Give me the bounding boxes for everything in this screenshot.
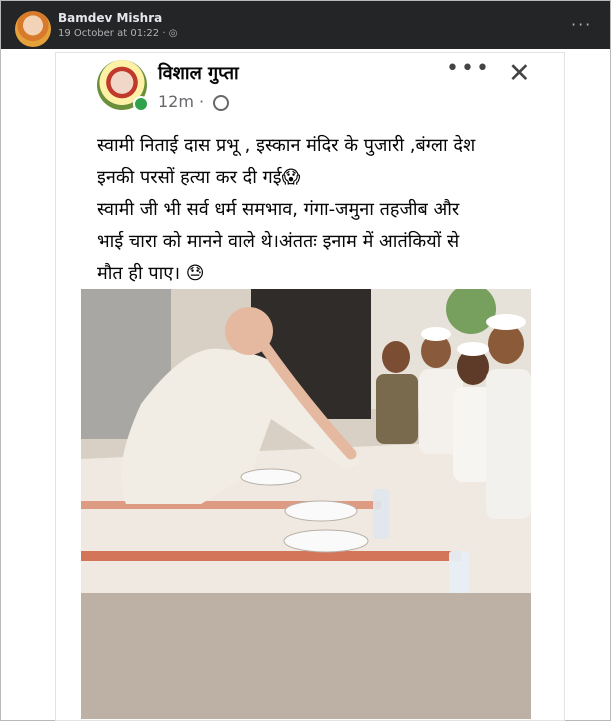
post-text: स्वामी निताई दास प्रभू , इस्कान मंदिर के… <box>97 130 527 290</box>
post-text-line: स्वामी निताई दास प्रभू , इस्कान मंदिर के… <box>97 135 476 156</box>
inner-post-time: 12m · <box>158 92 230 111</box>
close-icon: ✕ <box>508 58 531 89</box>
post-header: Bamdev Mishra 19 October at 01:22 · ◎ ··… <box>1 1 610 49</box>
photo-blurred-area <box>81 593 531 719</box>
post-photo <box>81 289 531 593</box>
author-avatar[interactable] <box>15 11 51 47</box>
online-status-icon <box>133 96 149 112</box>
globe-icon <box>213 94 230 111</box>
post-text-line: मौत ही पाए। 😓 <box>97 263 205 284</box>
timestamp-text[interactable]: 19 October at 01:22 · <box>58 28 166 39</box>
globe-icon: ◎ <box>168 28 178 39</box>
post-text-line: स्वामी जी भी सर्व धर्म समभाव, गंगा-जमुना… <box>97 199 460 220</box>
inner-author-name: विशाल गुप्ता <box>158 63 239 84</box>
author-name[interactable]: Bamdev Mishra <box>58 11 162 25</box>
post-text-line: इनकी परसों हत्या कर दी गई😱 <box>97 167 301 188</box>
inner-more-icon: ••• <box>446 56 491 81</box>
more-options-button[interactable]: ··· <box>571 15 592 34</box>
post-text-line: भाई चारा को मानने वाले थे।अंततः इनाम में… <box>97 231 460 252</box>
post-timestamp[interactable]: 19 October at 01:22 · ◎ <box>58 28 177 39</box>
inner-time-text: 12m · <box>158 92 205 111</box>
photo-illustration <box>81 289 531 593</box>
